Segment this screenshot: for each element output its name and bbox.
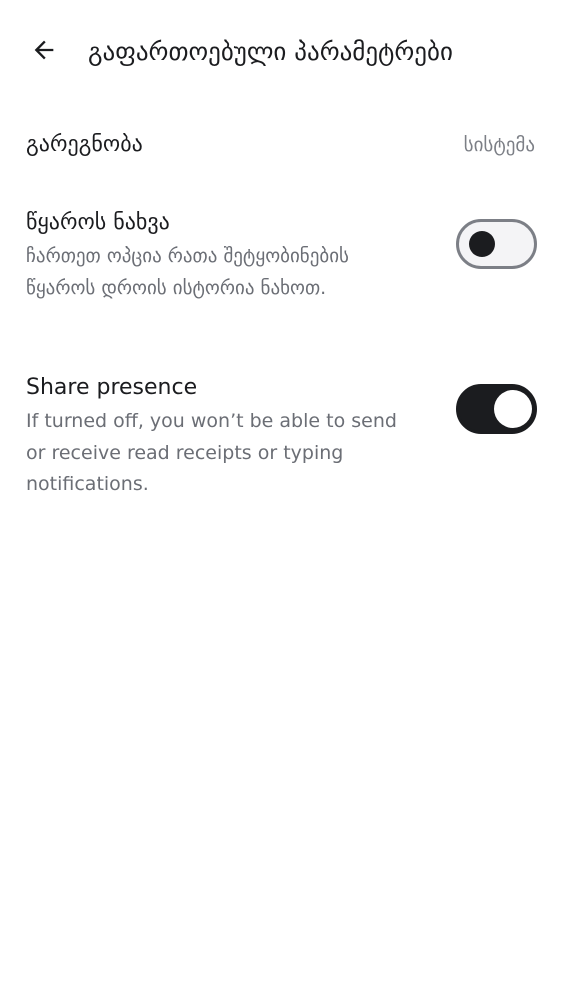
- appearance-label: გარეგნობა: [26, 132, 143, 157]
- appearance-value: სისტემა: [463, 134, 535, 156]
- share-presence-description: If turned off, you won’t be able to send…: [26, 410, 397, 495]
- view-source-label: წყაროს ნახვა: [26, 210, 170, 235]
- appearance-setting[interactable]: გარეგნობა სისტემა: [0, 118, 562, 174]
- top-app-bar: გაფართოებული პარამეტრები: [0, 0, 562, 104]
- view-source-setting: წყაროს ნახვა ჩართეთ ოპცია რათა შეტყობინე…: [0, 208, 562, 338]
- view-source-description: ჩართეთ ოპცია რათა შეტყობინების წყაროს დრ…: [26, 245, 349, 299]
- share-presence-setting: Share presence If turned off, you won’t …: [0, 373, 562, 503]
- share-presence-toggle[interactable]: [456, 384, 537, 434]
- back-button[interactable]: [22, 28, 66, 72]
- page-title: გაფართოებული პარამეტრები: [88, 37, 453, 66]
- toggle-knob: [494, 390, 532, 428]
- toggle-knob: [469, 231, 495, 257]
- arrow-left-icon: [34, 40, 54, 60]
- share-presence-label: Share presence: [26, 375, 198, 400]
- view-source-toggle[interactable]: [456, 219, 537, 269]
